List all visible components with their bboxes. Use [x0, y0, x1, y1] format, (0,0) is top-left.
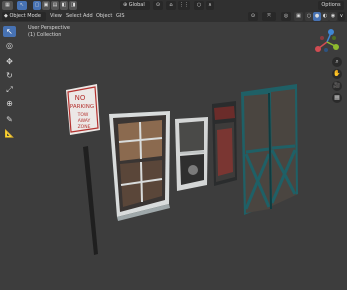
- view-name: User Perspective: [28, 25, 70, 31]
- menu-object[interactable]: Object: [96, 12, 112, 21]
- gizmo-x-axis[interactable]: [315, 46, 321, 52]
- menu-view[interactable]: View: [50, 12, 62, 21]
- gizmo-z-axis[interactable]: [328, 29, 334, 35]
- overlay-toggle-button[interactable]: ◎: [281, 12, 291, 21]
- transform-icon[interactable]: ⊕: [3, 98, 16, 109]
- scene-objects: NO PARKING TOW AWAY ZONE: [66, 29, 339, 255]
- select-mode-new-button[interactable]: ▢: [33, 1, 41, 10]
- gizmo-y-axis[interactable]: [333, 44, 339, 50]
- snap-toggle-button[interactable]: ⌂: [166, 1, 176, 10]
- teal-double-door[interactable]: [241, 84, 298, 215]
- cursor-icon[interactable]: ◎: [3, 40, 16, 51]
- shading-rendered-button[interactable]: ◉: [329, 12, 337, 21]
- dark-wooden-window[interactable]: [212, 101, 237, 186]
- header-row-tools: ▦ ↖ ▢ ▣ ▤ ◧ ◨ ⊕ Global ⊙ ⌂ ⋮⋮ ○ ∧ Option…: [0, 0, 347, 11]
- select-box-icon[interactable]: ↖: [3, 26, 16, 37]
- viewport-header: ▦ ↖ ▢ ▣ ▤ ◧ ◨ ⊕ Global ⊙ ⌂ ⋮⋮ ○ ∧ Option…: [0, 0, 347, 23]
- sign-line-1: NO: [75, 94, 86, 102]
- measure-icon[interactable]: 📐: [3, 128, 16, 139]
- shading-options-button[interactable]: ∨: [338, 12, 345, 21]
- boarded-window[interactable]: [109, 111, 170, 221]
- menu-select[interactable]: Select: [66, 12, 81, 21]
- select-mode-subtract-button[interactable]: ▤: [51, 1, 59, 10]
- rotate-icon[interactable]: ↻: [3, 70, 16, 81]
- select-mode-extend-button[interactable]: ▣: [42, 1, 50, 10]
- xray-toggle-button[interactable]: ▣: [294, 12, 303, 21]
- move-icon[interactable]: ✥: [3, 56, 16, 67]
- mode-dropdown[interactable]: ◆ Object Mode: [2, 12, 46, 21]
- no-parking-sign[interactable]: NO PARKING TOW AWAY ZONE: [66, 84, 100, 135]
- sign-line-5: ZONE: [78, 124, 91, 130]
- grid-view-icon[interactable]: ▦: [332, 93, 342, 103]
- orientation-dropdown[interactable]: ⊕ Global: [120, 1, 150, 10]
- menu-gis[interactable]: GIS: [116, 12, 125, 21]
- select-mode-intersect-button[interactable]: ◨: [69, 1, 77, 10]
- sign-line-2: PARKING: [70, 104, 94, 110]
- annotate-icon[interactable]: ✎: [3, 114, 16, 125]
- select-mode-invert-button[interactable]: ◧: [60, 1, 68, 10]
- editor-type-button[interactable]: ▦: [2, 1, 13, 10]
- select-tool-button[interactable]: ↖: [17, 1, 27, 10]
- shading-wireframe-button[interactable]: ○: [305, 12, 313, 21]
- options-button[interactable]: Options: [318, 1, 344, 10]
- pan-hand-icon[interactable]: ✋: [332, 69, 342, 79]
- proportional-edit-button[interactable]: ○: [194, 1, 204, 10]
- shading-solid-button[interactable]: ●: [313, 12, 321, 21]
- pivot-point-button[interactable]: ⊙: [153, 1, 163, 10]
- sign-line-4: AWAY: [78, 118, 91, 124]
- gizmo-toggle-button[interactable]: ⤧: [262, 12, 276, 21]
- small-window[interactable]: [175, 117, 208, 191]
- collection-name: (1) Collection: [28, 32, 62, 38]
- camera-icon[interactable]: 🎥: [332, 81, 342, 91]
- sign-pole[interactable]: [83, 146, 98, 255]
- menu-add[interactable]: Add: [83, 12, 93, 21]
- zoom-icon[interactable]: ⌕: [332, 57, 342, 67]
- header-row-menus: ◆ Object Mode View Select Add Object GIS…: [0, 11, 347, 22]
- sign-line-3: TOW: [77, 112, 89, 118]
- viewport-info: User Perspective (1) Collection: [28, 25, 70, 39]
- shading-material-button[interactable]: ◐: [321, 12, 329, 21]
- scale-icon[interactable]: ⤢: [3, 84, 16, 95]
- snap-target-button[interactable]: ⋮⋮: [178, 1, 190, 10]
- navigation-gizmo[interactable]: [315, 29, 339, 52]
- view-object-types-button[interactable]: ⊙: [248, 12, 258, 21]
- falloff-button[interactable]: ∧: [206, 1, 214, 10]
